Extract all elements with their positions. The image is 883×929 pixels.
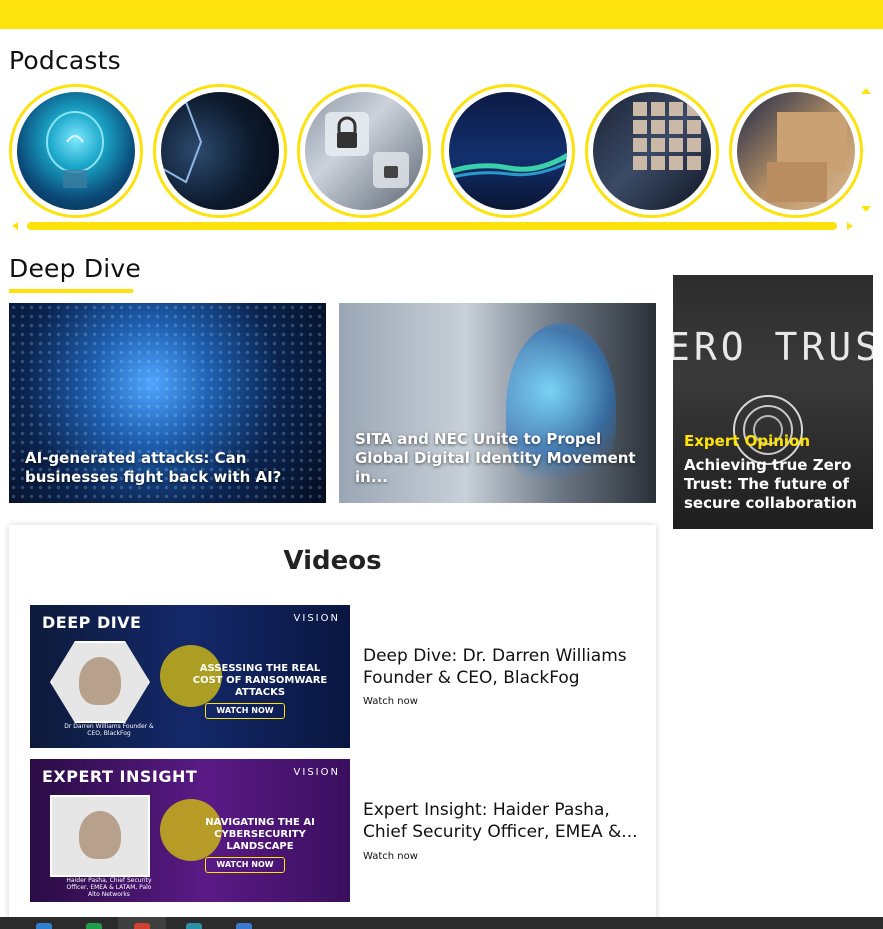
person-icon — [79, 657, 121, 705]
zero-trust-bg-text: ERO TRUS — [673, 325, 873, 369]
deep-dive-card-sita[interactable]: SITA and NEC Unite to Propel Global Digi… — [339, 303, 656, 503]
excel-icon[interactable] — [86, 923, 102, 929]
thumb-caption: Haider Pasha, Chief Security Officer, EM… — [66, 877, 152, 898]
top-banner — [0, 0, 883, 29]
thumb-label: DEEP DIVE — [42, 613, 142, 632]
podcast-item-1[interactable] — [9, 84, 143, 218]
scroll-up-arrow[interactable] — [861, 88, 871, 94]
person-icon — [79, 811, 121, 859]
horizontal-scrollbar[interactable] — [27, 222, 837, 230]
thumb-brand: VISION — [293, 613, 340, 624]
video-thumbnail-1[interactable]: DEEP DIVE VISION ASSESSING THE REAL COST… — [30, 605, 350, 748]
lock-icon — [325, 112, 409, 188]
parcel-delivery-image — [737, 92, 855, 210]
video-title-1[interactable]: Deep Dive: Dr. Darren Williams Founder &… — [363, 645, 643, 689]
wave-icon — [449, 152, 567, 180]
scroll-left-arrow[interactable] — [12, 222, 18, 230]
speaker-photo — [50, 641, 150, 723]
watch-now-link-1[interactable]: Watch now — [363, 696, 418, 707]
parcel-icon — [767, 112, 847, 202]
video-call-image — [593, 92, 711, 210]
chrome-icon[interactable] — [134, 923, 150, 929]
card-title[interactable]: SITA and NEC Unite to Propel Global Digi… — [355, 430, 640, 487]
speaker-photo — [50, 795, 150, 877]
app-icon[interactable] — [186, 923, 202, 929]
thumb-caption: Dr Darren Williams Founder & CEO, BlackF… — [64, 723, 154, 737]
scroll-right-arrow[interactable] — [847, 222, 853, 230]
podcast-item-3[interactable] — [297, 84, 431, 218]
hexagon-icon — [161, 100, 203, 184]
padlock-image — [305, 92, 423, 210]
thumb-headline: ASSESSING THE REAL COST OF RANSOMWARE AT… — [192, 663, 328, 698]
video-title-2[interactable]: Expert Insight: Haider Pasha, Chief Secu… — [363, 799, 643, 843]
videos-heading: Videos — [283, 546, 382, 576]
deep-dive-underline — [9, 289, 133, 293]
penetration-test-image — [161, 92, 279, 210]
thumb-watch-button: WATCH NOW — [205, 703, 285, 719]
podcast-item-5[interactable] — [585, 84, 719, 218]
lightbulb-image — [17, 92, 135, 210]
grid-icon — [633, 102, 701, 170]
data-wave-image — [449, 92, 567, 210]
video-thumbnail-2[interactable]: EXPERT INSIGHT VISION NAVIGATING THE AI … — [30, 759, 350, 902]
scroll-down-arrow[interactable] — [861, 206, 871, 212]
app-icon-2[interactable] — [236, 923, 252, 929]
podcasts-heading: Podcasts — [9, 46, 121, 75]
videos-panel: Videos DEEP DIVE VISION ASSESSING THE RE… — [9, 525, 656, 925]
feature-title[interactable]: Achieving true Zero Trust: The future of… — [684, 456, 863, 513]
podcast-carousel — [9, 84, 864, 220]
thumb-label: EXPERT INSIGHT — [42, 767, 198, 786]
taskbar — [0, 917, 883, 929]
podcast-item-4[interactable] — [441, 84, 575, 218]
lightbulb-icon — [46, 111, 104, 188]
card-title[interactable]: AI-generated attacks: Can businesses fig… — [25, 449, 310, 487]
thumb-headline: NAVIGATING THE AI CYBERSECURITY LANDSCAP… — [205, 817, 315, 852]
thumb-watch-button: WATCH NOW — [205, 857, 285, 873]
feature-kicker: Expert Opinion — [684, 432, 811, 450]
deep-dive-card-ai[interactable]: AI-generated attacks: Can businesses fig… — [9, 303, 326, 503]
edge-icon[interactable] — [36, 923, 52, 929]
deep-dive-heading: Deep Dive — [9, 254, 142, 283]
podcast-item-6[interactable] — [729, 84, 863, 218]
thumb-brand: VISION — [293, 767, 340, 778]
podcast-item-2[interactable] — [153, 84, 287, 218]
feature-card-zero-trust[interactable]: ERO TRUS Expert Opinion Achieving true Z… — [673, 275, 873, 529]
watch-now-link-2[interactable]: Watch now — [363, 851, 418, 862]
